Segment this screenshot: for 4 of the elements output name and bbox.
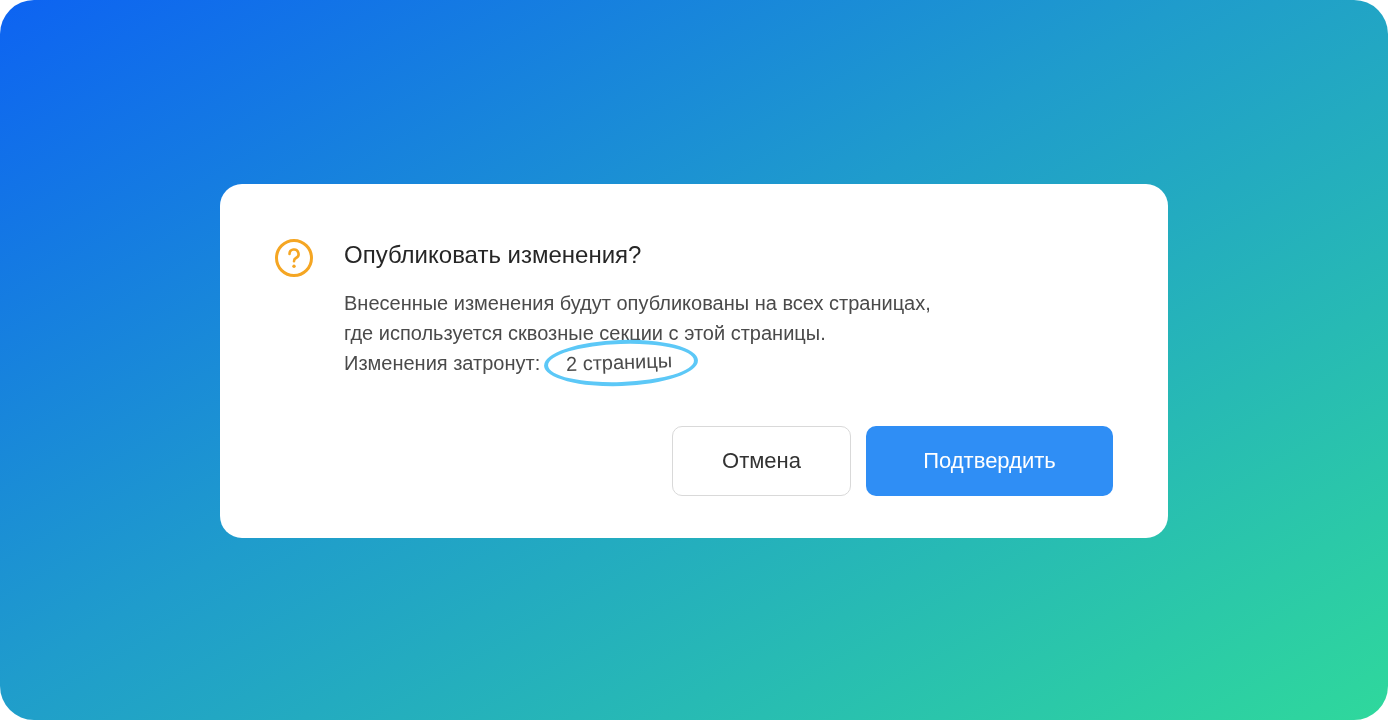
- affected-label: Изменения затронут:: [344, 351, 541, 376]
- dialog-title: Опубликовать изменения?: [344, 240, 643, 270]
- cancel-button[interactable]: Отмена: [672, 426, 851, 496]
- question-icon: [274, 238, 314, 278]
